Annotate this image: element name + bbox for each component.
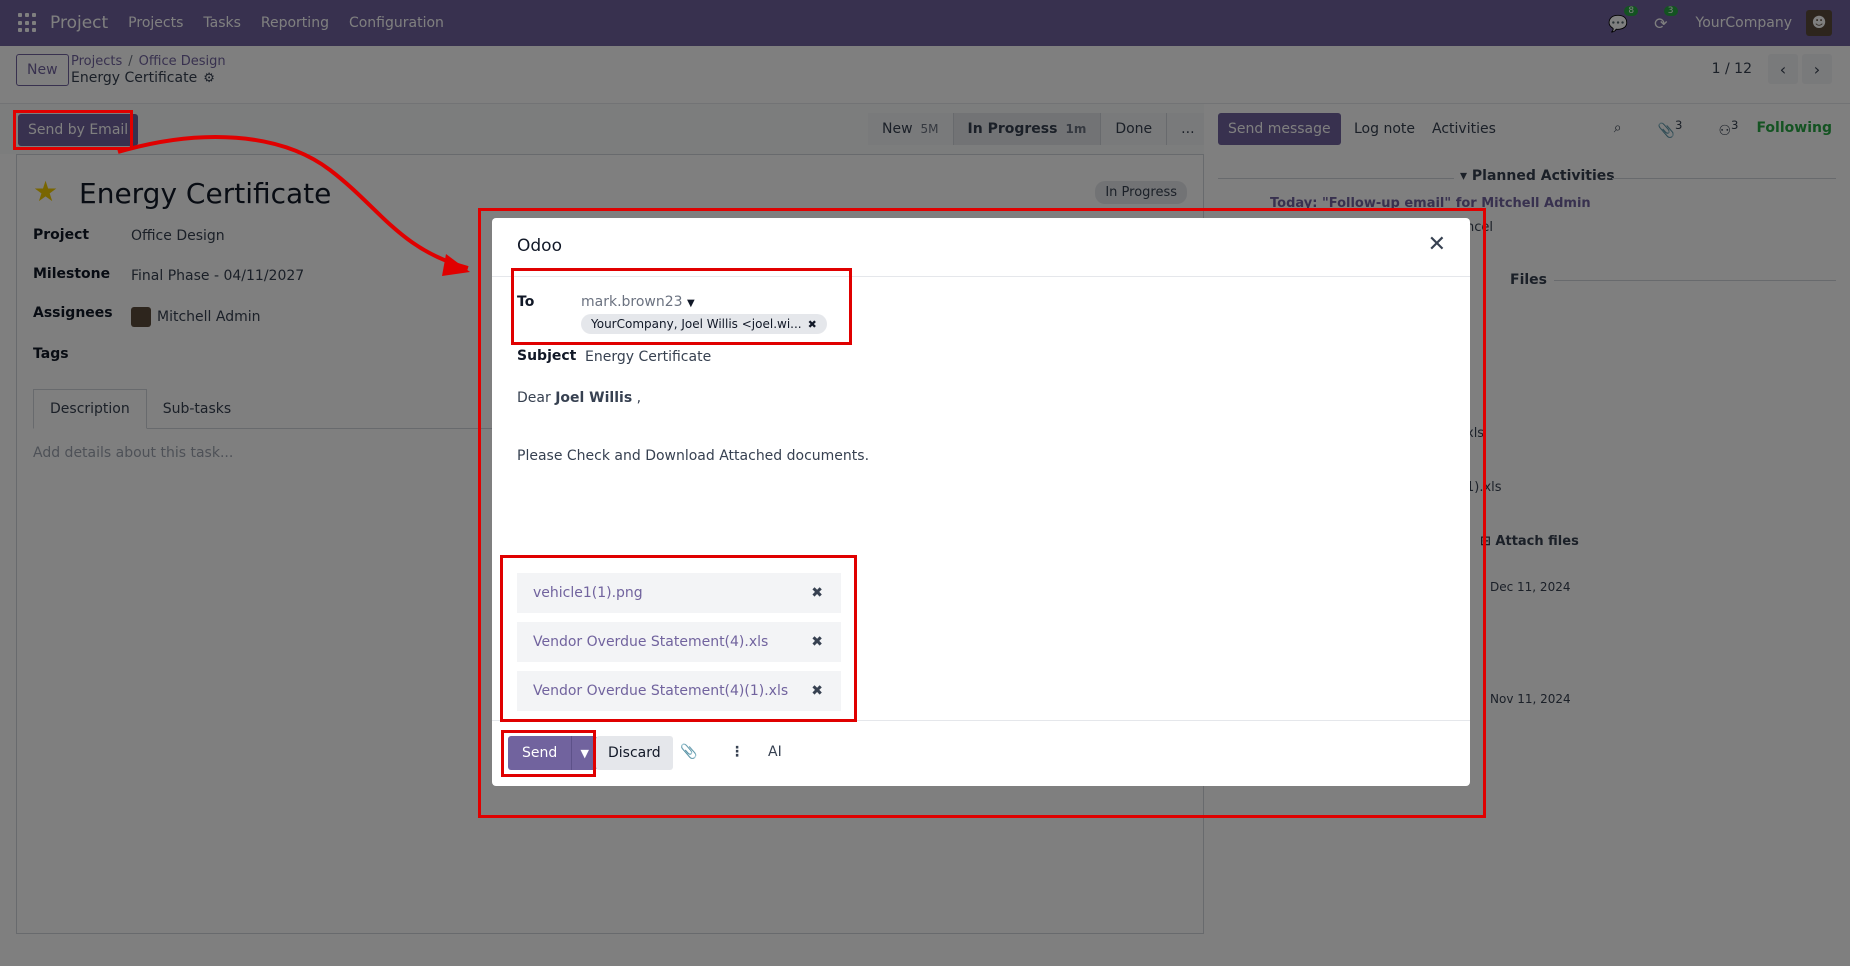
annotation-box-attachments [500, 555, 857, 722]
annotation-box-send-by-email [13, 110, 133, 150]
annotation-box-recipients [511, 268, 852, 345]
annotation-box-send [501, 730, 596, 777]
